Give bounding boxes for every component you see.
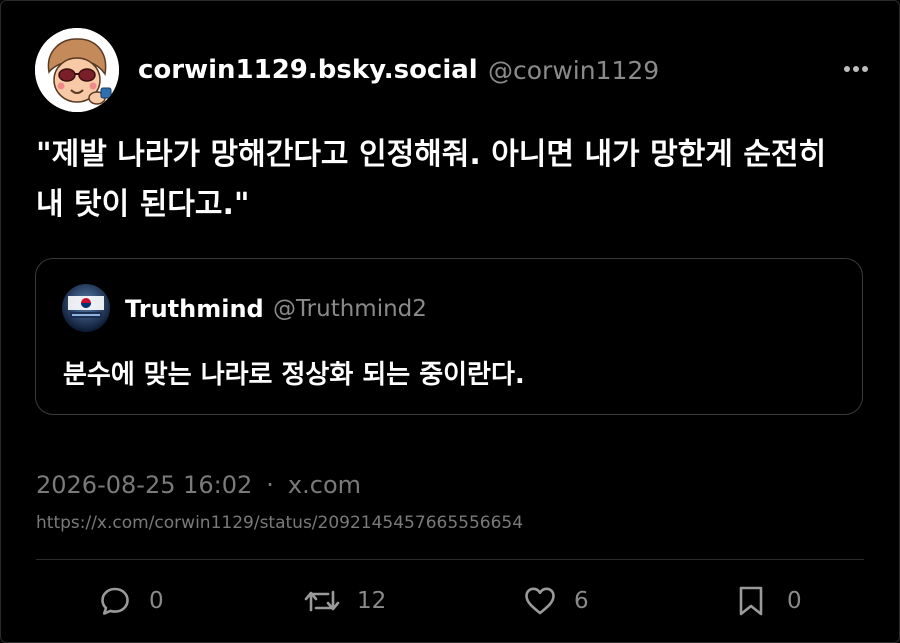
repost-icon xyxy=(304,590,340,612)
divider xyxy=(36,559,864,560)
bookmark-icon xyxy=(739,586,763,616)
more-options-button[interactable] xyxy=(839,59,873,79)
author-display-name[interactable]: corwin1129.bsky.social xyxy=(138,55,478,85)
post-card: corwin1129.bsky.social @corwin1129 "제발 나… xyxy=(0,0,900,643)
bookmark-count: 0 xyxy=(787,588,802,614)
quoted-handle[interactable]: @Truthmind2 xyxy=(273,296,427,322)
quoted-post[interactable]: Truthmind @Truthmind2 분수에 맞는 나라로 정상화 되는 … xyxy=(35,258,863,415)
post-meta: 2026-08-25 16:02 · x.com xyxy=(36,471,361,499)
post-text: "제발 나라가 망해간다고 인정해줘. 아니면 내가 망한게 순전히 내 탓이 … xyxy=(36,137,827,222)
repost-button[interactable]: 12 xyxy=(303,584,386,618)
like-count: 6 xyxy=(574,588,589,614)
reply-count: 0 xyxy=(149,588,164,614)
repost-count: 12 xyxy=(357,588,387,614)
bookmark-button[interactable]: 0 xyxy=(737,584,802,618)
more-icon xyxy=(844,66,868,72)
quoted-display-name[interactable]: Truthmind xyxy=(125,295,264,323)
reply-icon xyxy=(101,587,129,615)
like-button[interactable]: 6 xyxy=(523,584,589,618)
meta-separator: · xyxy=(266,471,274,499)
post-timestamp: 2026-08-25 16:02 xyxy=(36,471,253,499)
reply-button[interactable]: 0 xyxy=(99,584,164,618)
quoted-text: 분수에 맞는 나라로 정상화 되는 중이란다. xyxy=(63,360,525,390)
post-source[interactable]: x.com xyxy=(288,471,361,499)
author-handle[interactable]: @corwin1129 xyxy=(488,56,659,85)
like-icon xyxy=(525,587,555,615)
avatar[interactable] xyxy=(35,28,119,112)
post-url[interactable]: https://x.com/corwin1129/status/20921454… xyxy=(36,513,523,533)
quoted-avatar[interactable] xyxy=(62,284,110,332)
